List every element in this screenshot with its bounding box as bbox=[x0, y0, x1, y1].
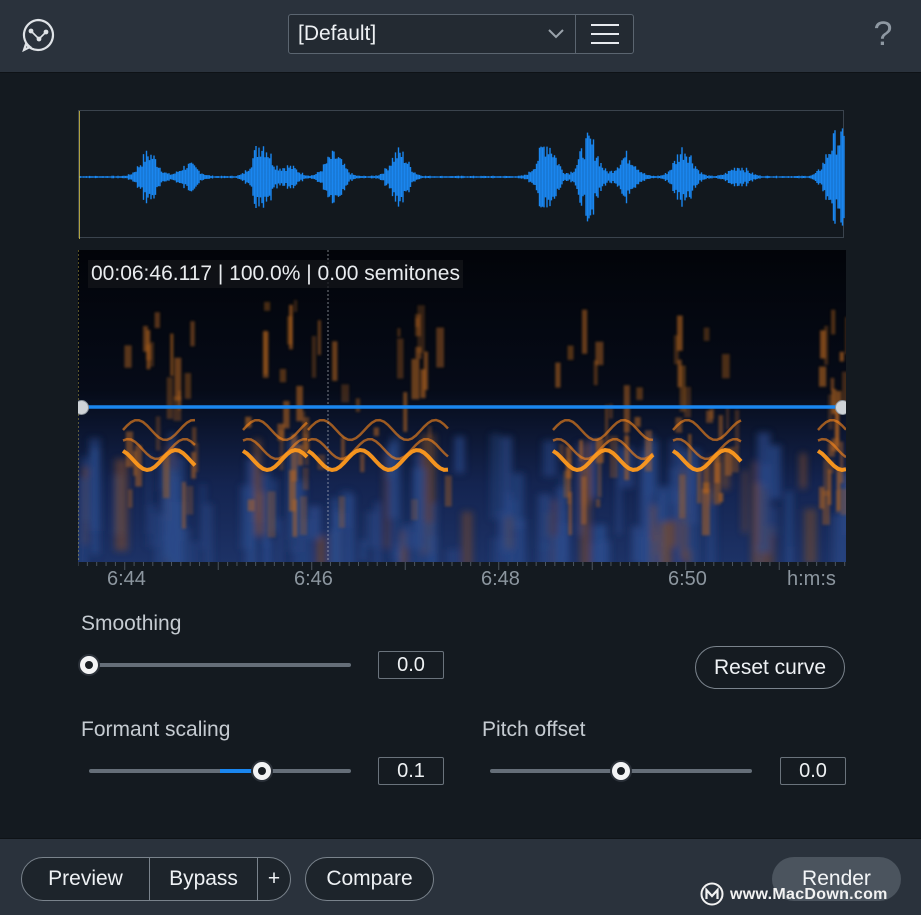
svg-text:?: ? bbox=[874, 15, 893, 53]
preset-value: [Default] bbox=[298, 22, 377, 45]
spectrogram-panel[interactable]: 00:06:46.117 | 100.0% | 0.00 semitones bbox=[78, 250, 846, 562]
time-label: 6:48 bbox=[481, 568, 520, 590]
preset-dropdown[interactable]: [Default] bbox=[288, 14, 634, 54]
preview-button[interactable]: Preview bbox=[22, 858, 149, 900]
chevron-down-icon[interactable] bbox=[547, 27, 565, 41]
playhead-marker bbox=[79, 111, 80, 239]
position-readout: 00:06:46.117 | 100.0% | 0.00 semitones bbox=[88, 260, 463, 288]
reset-curve-button[interactable]: Reset curve bbox=[695, 646, 845, 689]
timeline-ticks bbox=[78, 562, 846, 570]
time-unit-label: h:m:s bbox=[787, 568, 836, 590]
top-bar: [Default] ? bbox=[0, 0, 921, 73]
formant-scaling-slider-knob[interactable] bbox=[250, 760, 273, 782]
smoothing-slider-knob[interactable] bbox=[78, 654, 100, 676]
preview-bypass-group: Preview Bypass + bbox=[21, 857, 291, 901]
app-logo-icon[interactable] bbox=[20, 17, 56, 53]
watermark-logo-icon bbox=[700, 882, 724, 906]
pitch-offset-slider-knob[interactable] bbox=[610, 760, 632, 782]
compare-button[interactable]: Compare bbox=[305, 857, 434, 901]
smoothing-slider[interactable] bbox=[89, 663, 351, 667]
pitch-offset-label: Pitch offset bbox=[482, 718, 586, 741]
hamburger-menu-icon[interactable] bbox=[576, 15, 634, 53]
formant-scaling-label: Formant scaling bbox=[81, 718, 231, 741]
watermark-text: www.MacDown.com bbox=[730, 886, 888, 903]
bypass-button[interactable]: Bypass bbox=[150, 858, 257, 900]
smoothing-value-field[interactable]: 0.0 bbox=[378, 651, 444, 679]
waveform-overview[interactable] bbox=[78, 110, 845, 239]
smoothing-label: Smoothing bbox=[81, 612, 182, 635]
spectrogram bbox=[78, 250, 846, 562]
curve-handle-right[interactable] bbox=[835, 400, 846, 415]
formant-scaling-value-field[interactable]: 0.1 bbox=[378, 757, 444, 785]
add-button[interactable]: + bbox=[258, 858, 290, 900]
time-label: 6:46 bbox=[294, 568, 333, 590]
time-label: 6:50 bbox=[668, 568, 707, 590]
waveform bbox=[79, 128, 845, 226]
help-icon[interactable]: ? bbox=[868, 14, 898, 54]
pitch-offset-value-field[interactable]: 0.0 bbox=[780, 757, 846, 785]
time-label: 6:44 bbox=[107, 568, 146, 590]
